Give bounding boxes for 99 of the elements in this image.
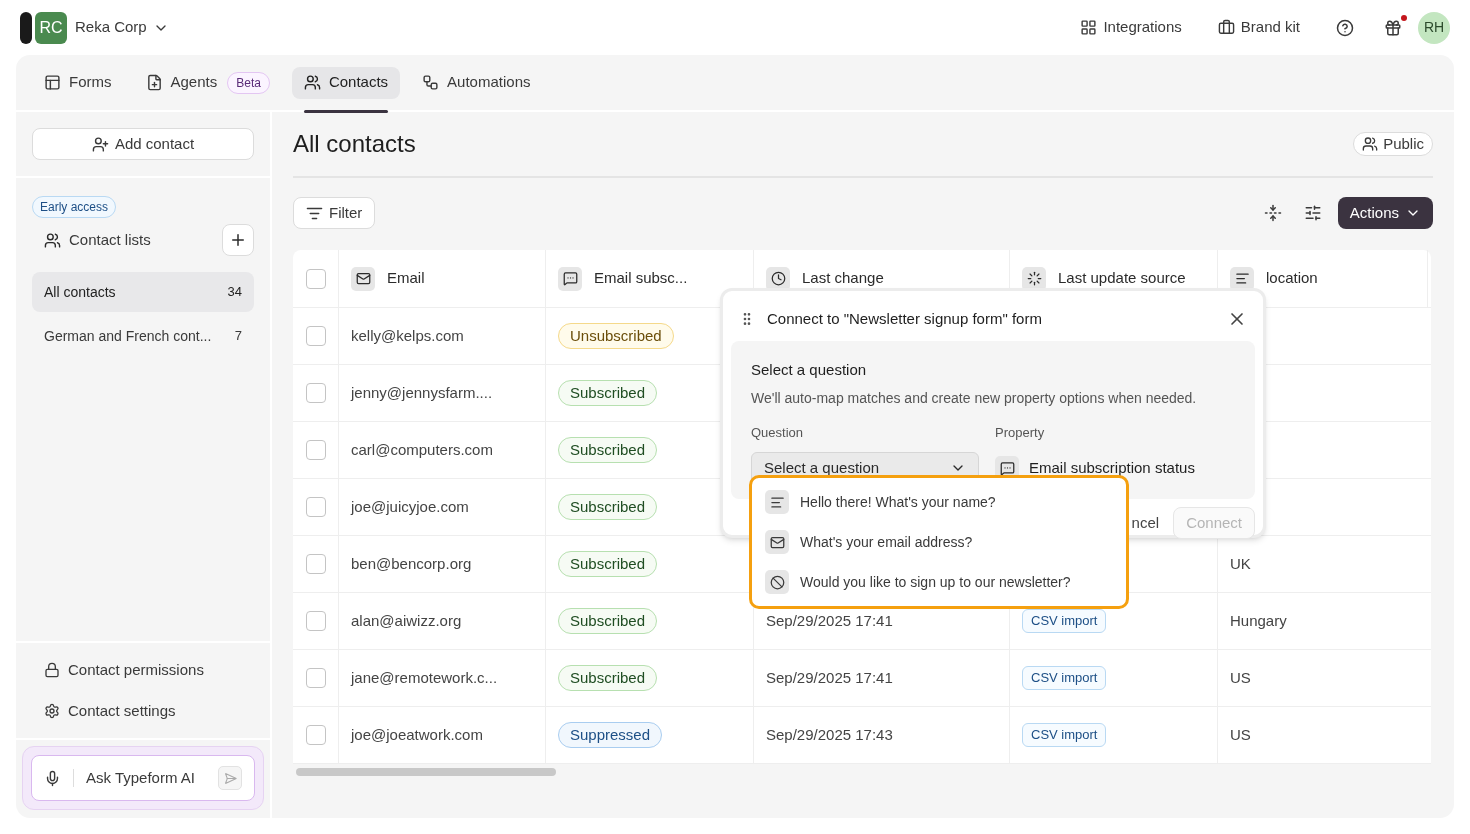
workspace-switcher[interactable]: Reka Corp	[75, 16, 169, 39]
lock-icon	[44, 662, 60, 679]
contact-list-item[interactable]: All contacts 34	[32, 272, 254, 312]
dialog-title: Connect to "Newsletter signup form" form	[767, 308, 1043, 329]
column-header[interactable]: Last change	[802, 267, 884, 290]
email-cell-text: joe@joeatwork.com	[351, 724, 483, 745]
subscription-status-tag: Subscribed	[558, 664, 658, 692]
ai-input-field[interactable]: Ask Typeform AI	[86, 766, 218, 790]
subscription-status-tag: Suppressed	[558, 721, 663, 749]
user-plus-icon	[91, 135, 109, 153]
tab-icon	[44, 74, 61, 91]
grid-icon	[1080, 19, 1098, 36]
contact-list-item[interactable]: German and French cont... 7	[32, 316, 254, 356]
question-label: Question	[751, 423, 805, 442]
checkbox[interactable]	[305, 326, 326, 346]
tab-icon	[303, 74, 321, 91]
column-header[interactable]: location	[1266, 267, 1318, 290]
send-button[interactable]	[218, 766, 242, 790]
property-label: Property	[995, 423, 1046, 442]
column-type-icon	[351, 266, 375, 291]
beta-badge: Beta	[227, 71, 270, 94]
visibility-button[interactable]: Public	[1353, 132, 1433, 156]
location-cell-text: US	[1230, 667, 1251, 688]
send-icon	[223, 771, 237, 785]
date-cell-text: Sep/29/2025 17:41	[766, 610, 893, 631]
add-contact-button[interactable]: Add contact	[32, 128, 254, 160]
add-list-button[interactable]	[222, 224, 254, 256]
email-cell-text: ben@bencorp.org	[351, 553, 472, 574]
page-title: All contacts	[293, 129, 416, 159]
nav-tab[interactable]: Agents Beta	[133, 66, 282, 99]
lines-icon	[765, 490, 789, 514]
actions-button[interactable]: Actions	[1337, 197, 1433, 229]
microphone-icon[interactable]	[44, 769, 61, 787]
checkbox[interactable]	[305, 440, 326, 460]
email-cell-text: joe@juicyjoe.com	[351, 496, 469, 517]
email-cell-text: alan@aiwizz.org	[351, 610, 462, 631]
mail-icon	[765, 530, 789, 554]
checkbox[interactable]	[305, 668, 326, 688]
subscription-status-tag: Subscribed	[558, 493, 658, 521]
plus-icon	[229, 231, 247, 249]
horizontal-scrollbar[interactable]	[296, 768, 556, 776]
top-nav-link[interactable]: Integrations	[1080, 16, 1182, 39]
checkbox[interactable]	[305, 554, 326, 574]
location-cell-text: US	[1230, 724, 1251, 745]
property-name: Email subscription status	[1029, 457, 1195, 478]
email-cell-text: jane@remotework.c...	[351, 667, 498, 688]
source-tag: CSV import	[1022, 723, 1107, 747]
early-access-badge: Early access	[32, 196, 117, 218]
column-header[interactable]: Email subsc...	[594, 267, 688, 290]
source-tag: CSV import	[1022, 666, 1107, 690]
tab-icon	[422, 74, 440, 91]
question-option[interactable]: Hello there! What's your name?	[765, 482, 1113, 522]
sidebar-link[interactable]: Contact settings	[44, 699, 242, 722]
filter-button[interactable]: Filter	[293, 197, 376, 229]
ai-input-box[interactable]: Ask Typeform AI	[31, 755, 255, 801]
section-title: Select a question	[751, 360, 868, 380]
email-cell-text: kelly@kelps.com	[351, 325, 464, 346]
column-header[interactable]: Email	[387, 267, 425, 290]
cancel-button[interactable]: ncel	[1131, 511, 1160, 535]
help-icon[interactable]	[1336, 18, 1354, 37]
workspace-avatar[interactable]: RC	[35, 11, 67, 44]
users-icon	[44, 231, 61, 249]
subscription-status-tag: Subscribed	[558, 550, 658, 578]
contact-lists-label: Contact lists	[69, 229, 151, 250]
location-cell-text: UK	[1230, 553, 1251, 574]
checkbox[interactable]	[305, 611, 326, 631]
users-icon	[1362, 136, 1379, 152]
section-description: We'll auto-map matches and create new property options when needed.	[751, 388, 1198, 408]
checkbox[interactable]	[305, 383, 326, 403]
checkbox[interactable]	[305, 725, 326, 745]
source-tag: CSV import	[1022, 609, 1107, 633]
date-cell-text: Sep/29/2025 17:41	[766, 667, 893, 688]
subscription-status-tag: Subscribed	[558, 607, 658, 635]
checkbox[interactable]	[305, 268, 326, 289]
sidebar-link[interactable]: Contact permissions	[44, 659, 242, 682]
checkbox[interactable]	[305, 497, 326, 517]
settings-icon	[44, 702, 60, 719]
column-type-icon	[558, 266, 582, 291]
date-cell-text: Sep/29/2025 17:43	[766, 724, 893, 745]
row-height-icon[interactable]	[1263, 204, 1282, 222]
email-cell-text: carl@computers.com	[351, 439, 493, 460]
subscription-status-tag: Subscribed	[558, 436, 658, 464]
column-header[interactable]: Last update source	[1058, 267, 1186, 290]
tab-icon	[145, 74, 163, 91]
top-nav-link[interactable]: Brand kit	[1217, 16, 1300, 39]
location-cell-text: Hungary	[1230, 610, 1287, 631]
user-avatar[interactable]: RH	[1418, 11, 1450, 44]
prohibited-icon	[765, 570, 789, 594]
question-option[interactable]: What's your email address?	[765, 522, 1113, 562]
subscription-status-tag: Unsubscribed	[558, 322, 674, 350]
email-cell-text: jenny@jennysfarm....	[351, 382, 493, 403]
gift-icon[interactable]	[1384, 18, 1402, 37]
briefcase-icon	[1217, 19, 1235, 36]
nav-tab[interactable]: Forms	[32, 66, 124, 99]
question-option[interactable]: Would you like to sign up to our newsletter?	[765, 562, 1113, 602]
sliders-icon[interactable]	[1303, 204, 1322, 222]
subscription-status-tag: Subscribed	[558, 379, 658, 407]
nav-tab[interactable]: Automations	[410, 66, 543, 99]
brand-mark-icon	[20, 11, 32, 44]
